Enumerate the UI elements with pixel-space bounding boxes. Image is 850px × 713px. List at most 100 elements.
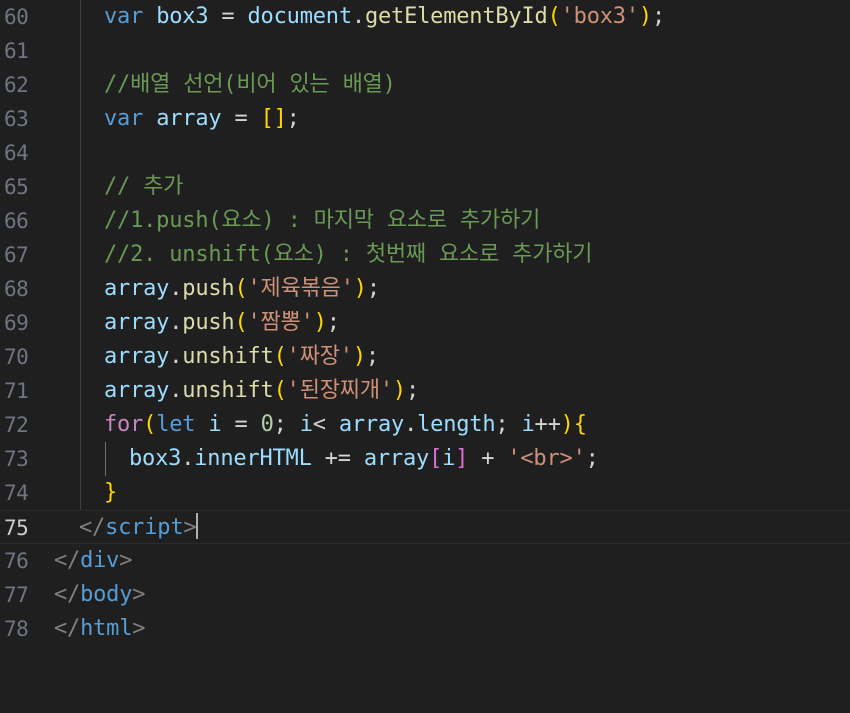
code-line[interactable]: 62 //배열 선언(비어 있는 배열) [0,68,850,102]
code-token: . [181,446,195,471]
code-token: ( [234,276,248,301]
indent-guide [80,306,81,340]
line-number: 60 [4,5,29,29]
code-text: </script> [79,511,199,545]
code-token: . [169,378,183,403]
indent-guide [80,442,81,476]
code-token: > [132,582,146,607]
line-number: 61 [4,39,29,63]
line-number: 63 [4,107,29,131]
code-line[interactable]: 70 array.unshift('짜장'); [0,340,850,374]
code-line[interactable]: 61 [0,34,850,68]
code-token: i [299,412,313,437]
code-token: array [156,106,222,131]
code-text: for(let i = 0; i< array.length; i++){ [104,408,587,442]
code-line[interactable]: 63 var array = []; [0,102,850,136]
code-text: //2. unshift(요소) : 첫번째 요소로 추가하기 [104,238,593,272]
code-token: ++ [534,412,561,437]
code-token: ) [313,310,327,335]
code-token: '<br>' [507,446,586,471]
line-number: 66 [4,209,29,233]
code-token: //2. unshift(요소) : 첫번째 요소로 추가하기 [104,242,593,267]
code-token: = [208,4,248,29]
code-token: > [132,616,146,641]
code-line[interactable]: 72 for(let i = 0; i< array.length; i++){ [0,408,850,442]
indent-guide [80,340,81,374]
code-editor[interactable]: 60 var box3 = document.getElementById('bo… [0,0,850,713]
code-token: div [80,548,120,573]
code-line[interactable]: 60 var box3 = document.getElementById('bo… [0,0,850,34]
code-token: length [417,412,496,437]
line-number: 72 [4,413,29,437]
line-number: 71 [4,379,29,403]
code-token: [] [260,106,287,131]
code-token: array [338,412,405,437]
code-token: ] [455,446,469,471]
line-number: 65 [4,175,29,199]
code-text: } [104,476,117,510]
code-line[interactable]: 78 </html> [0,612,850,646]
code-token: for [104,412,144,437]
code-line[interactable]: 64 [0,136,850,170]
code-line[interactable]: 75 </script> [0,510,850,544]
code-token: ( [273,344,287,369]
code-line[interactable]: 65 // 추가 [0,170,850,204]
code-token: push [182,276,235,301]
code-line[interactable]: 76 </div> [0,544,850,578]
code-line[interactable]: 67 //2. unshift(요소) : 첫번째 요소로 추가하기 [0,238,850,272]
code-token: ) [638,4,652,29]
code-token: ; [495,412,522,437]
indent-guide [80,102,81,136]
code-token: '된장찌개' [286,378,393,403]
indent-guide [80,0,81,34]
code-token: array [104,310,170,335]
indent-guide [80,408,81,442]
code-token: ; [585,446,599,471]
code-line[interactable]: 66 //1.push(요소) : 마지막 요소로 추가하기 [0,204,850,238]
line-number: 62 [4,73,29,97]
code-line[interactable]: 73 box3.innerHTML += array[i] + '<br>'; [0,442,850,476]
line-number: 68 [4,277,29,301]
code-token: //1.push(요소) : 마지막 요소로 추가하기 [104,208,541,233]
code-token: { [573,412,587,437]
code-token: < [312,412,339,437]
code-token: box3 [156,4,209,29]
code-text: var array = []; [104,102,300,136]
code-line[interactable]: 68 array.push('제육볶음'); [0,272,850,306]
code-text: </div> [54,544,132,578]
code-token: ; [286,106,300,131]
code-token: '짜장' [286,344,353,369]
code-line[interactable]: 69 array.push('짬뽕'); [0,306,850,340]
code-line[interactable]: 74} [0,476,850,510]
code-token: innerHTML [194,446,312,471]
line-number: 75 [4,516,29,540]
code-token: body [80,582,133,607]
code-token: i [521,412,535,437]
code-token: . [404,412,418,437]
code-token: array [104,276,170,301]
code-token: . [169,310,183,335]
code-token: let [156,412,196,437]
indent-guide [80,34,81,68]
code-token: getElementById [364,4,548,29]
code-token: unshift [182,378,274,403]
code-token: //배열 선언(비어 있는 배열) [104,72,396,97]
code-text: //배열 선언(비어 있는 배열) [104,68,396,102]
code-text: box3.innerHTML += array[i] + '<br>'; [129,442,599,476]
code-token: ; [651,4,665,29]
line-number: 69 [4,311,29,335]
indent-guide [80,272,81,306]
code-line[interactable]: 71 array.unshift('된장찌개'); [0,374,850,408]
code-line[interactable]: 77 </body> [0,578,850,612]
text-cursor [196,513,199,539]
code-token: document [247,4,353,29]
code-token: ( [273,378,287,403]
code-token: [ [429,446,443,471]
code-token: script [105,515,184,540]
code-token: i [208,412,222,437]
indent-guide [80,170,81,204]
indent-guide [80,136,81,170]
code-text: var box3 = document.getElementById('box3… [104,0,665,34]
